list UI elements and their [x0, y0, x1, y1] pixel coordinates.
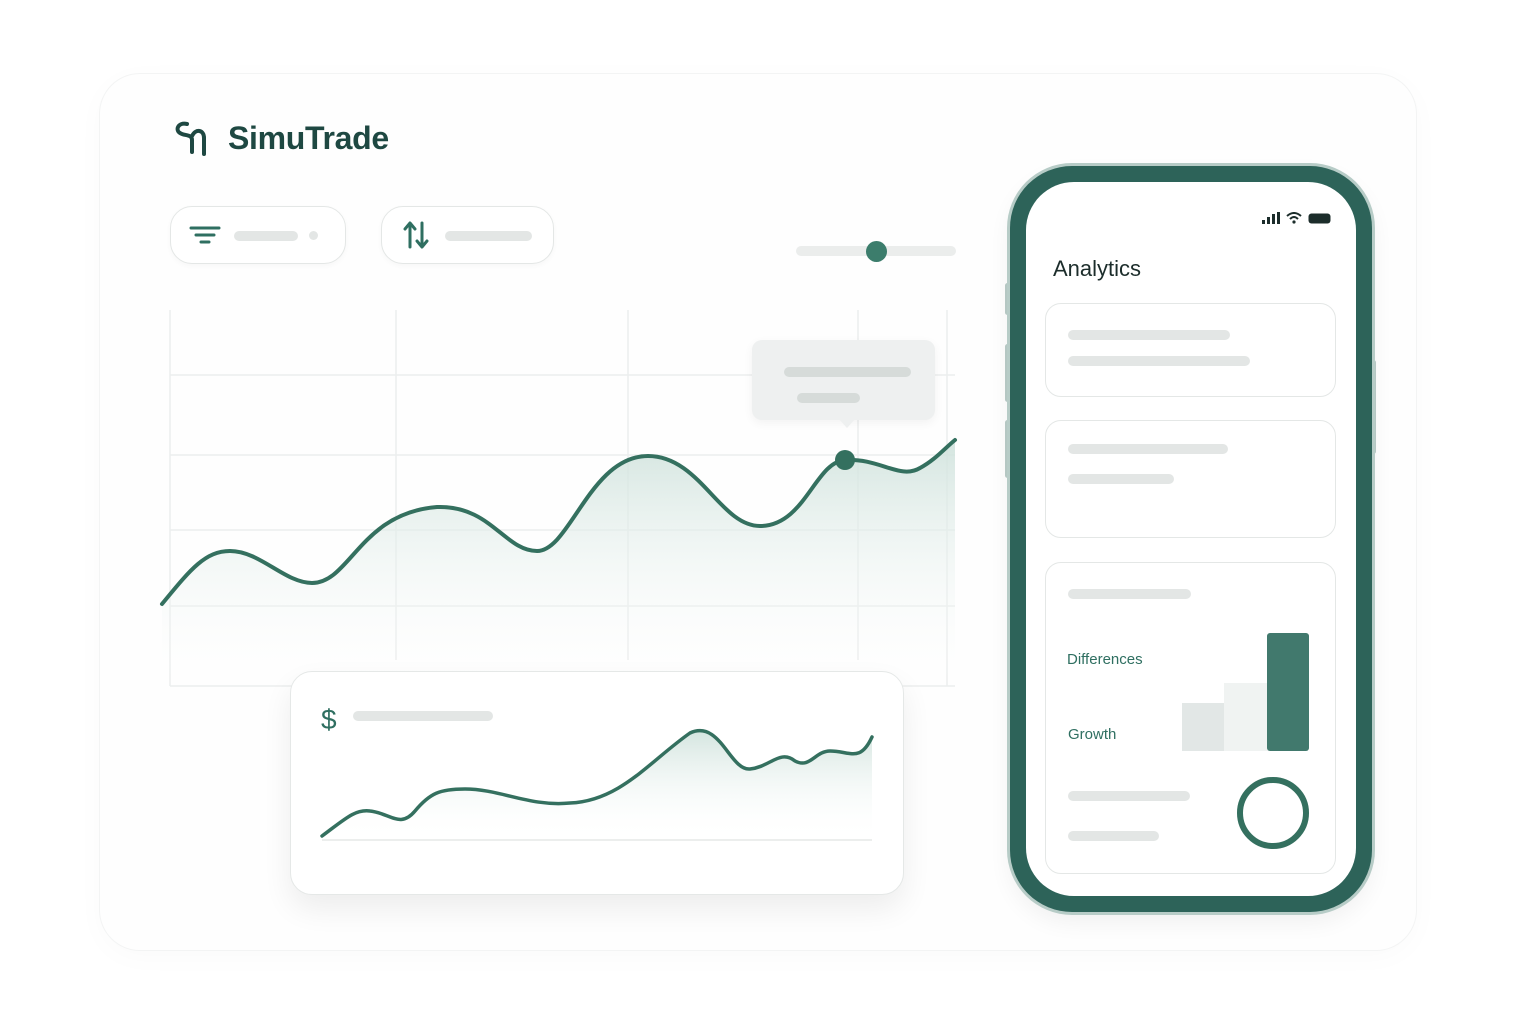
card-line: [1068, 330, 1230, 340]
bar-column: [1224, 683, 1268, 751]
phone-card-2[interactable]: [1045, 420, 1336, 538]
card-line: [1068, 831, 1159, 841]
chart-area-fill: [162, 440, 955, 690]
wifi-icon: [1286, 212, 1302, 224]
tooltip-line: [784, 367, 911, 377]
price-card[interactable]: $: [290, 671, 904, 895]
label-growth: Growth: [1068, 726, 1117, 743]
card-line: [1068, 589, 1191, 599]
card-line: [1068, 356, 1250, 366]
tooltip-tail: [838, 418, 856, 428]
status-bar: [1262, 212, 1332, 224]
card-line: [1068, 474, 1174, 484]
tooltip-marker[interactable]: [835, 450, 855, 470]
bar-chart: [1182, 633, 1310, 751]
chart-tooltip: [752, 340, 935, 420]
tooltip-line: [797, 393, 860, 403]
card-line: [1068, 444, 1228, 454]
phone-card-3[interactable]: Differences Growth: [1045, 562, 1336, 874]
card-line: [1068, 791, 1190, 801]
label-differences: Differences: [1067, 651, 1143, 668]
donut-ring: [1237, 777, 1309, 849]
battery-icon: [1308, 213, 1331, 224]
bar-column: [1182, 703, 1224, 751]
phone-card-1[interactable]: [1045, 303, 1336, 397]
mini-chart: [320, 728, 874, 841]
donut-chart: [1237, 777, 1309, 849]
mini-chart-area-fill: [322, 730, 872, 840]
phone-mockup: Analytics Differences Growth: [1010, 166, 1372, 912]
phone-screen: Analytics Differences Growth: [1026, 182, 1356, 896]
bar-column: [1267, 633, 1309, 751]
phone-title: Analytics: [1053, 256, 1142, 281]
signal-icon: [1262, 212, 1280, 224]
